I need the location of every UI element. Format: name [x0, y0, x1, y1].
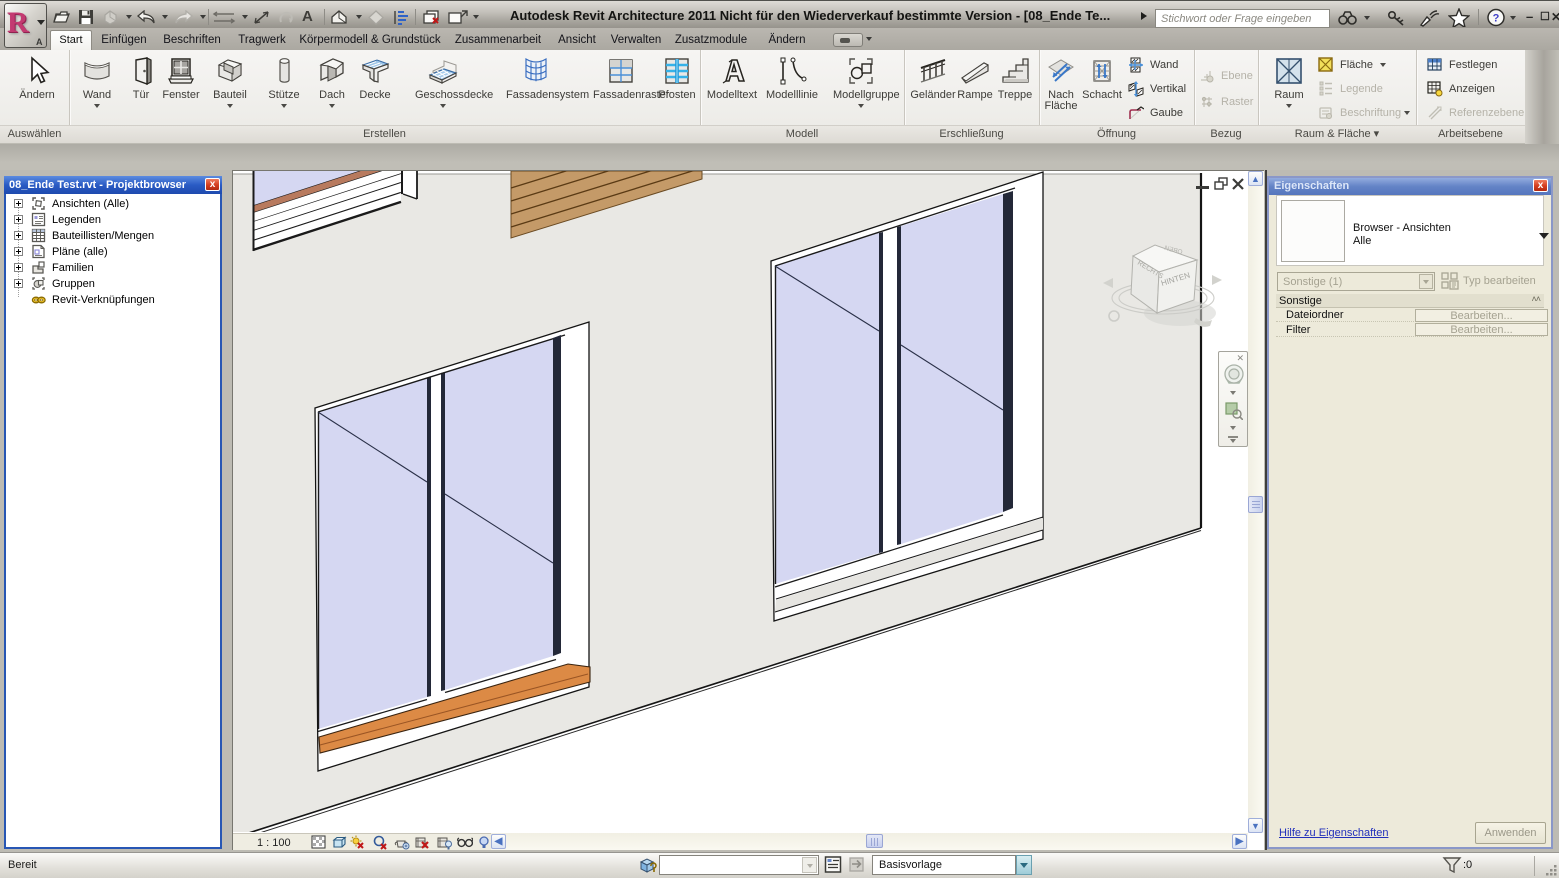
svg-text:?: ?: [1493, 13, 1500, 25]
